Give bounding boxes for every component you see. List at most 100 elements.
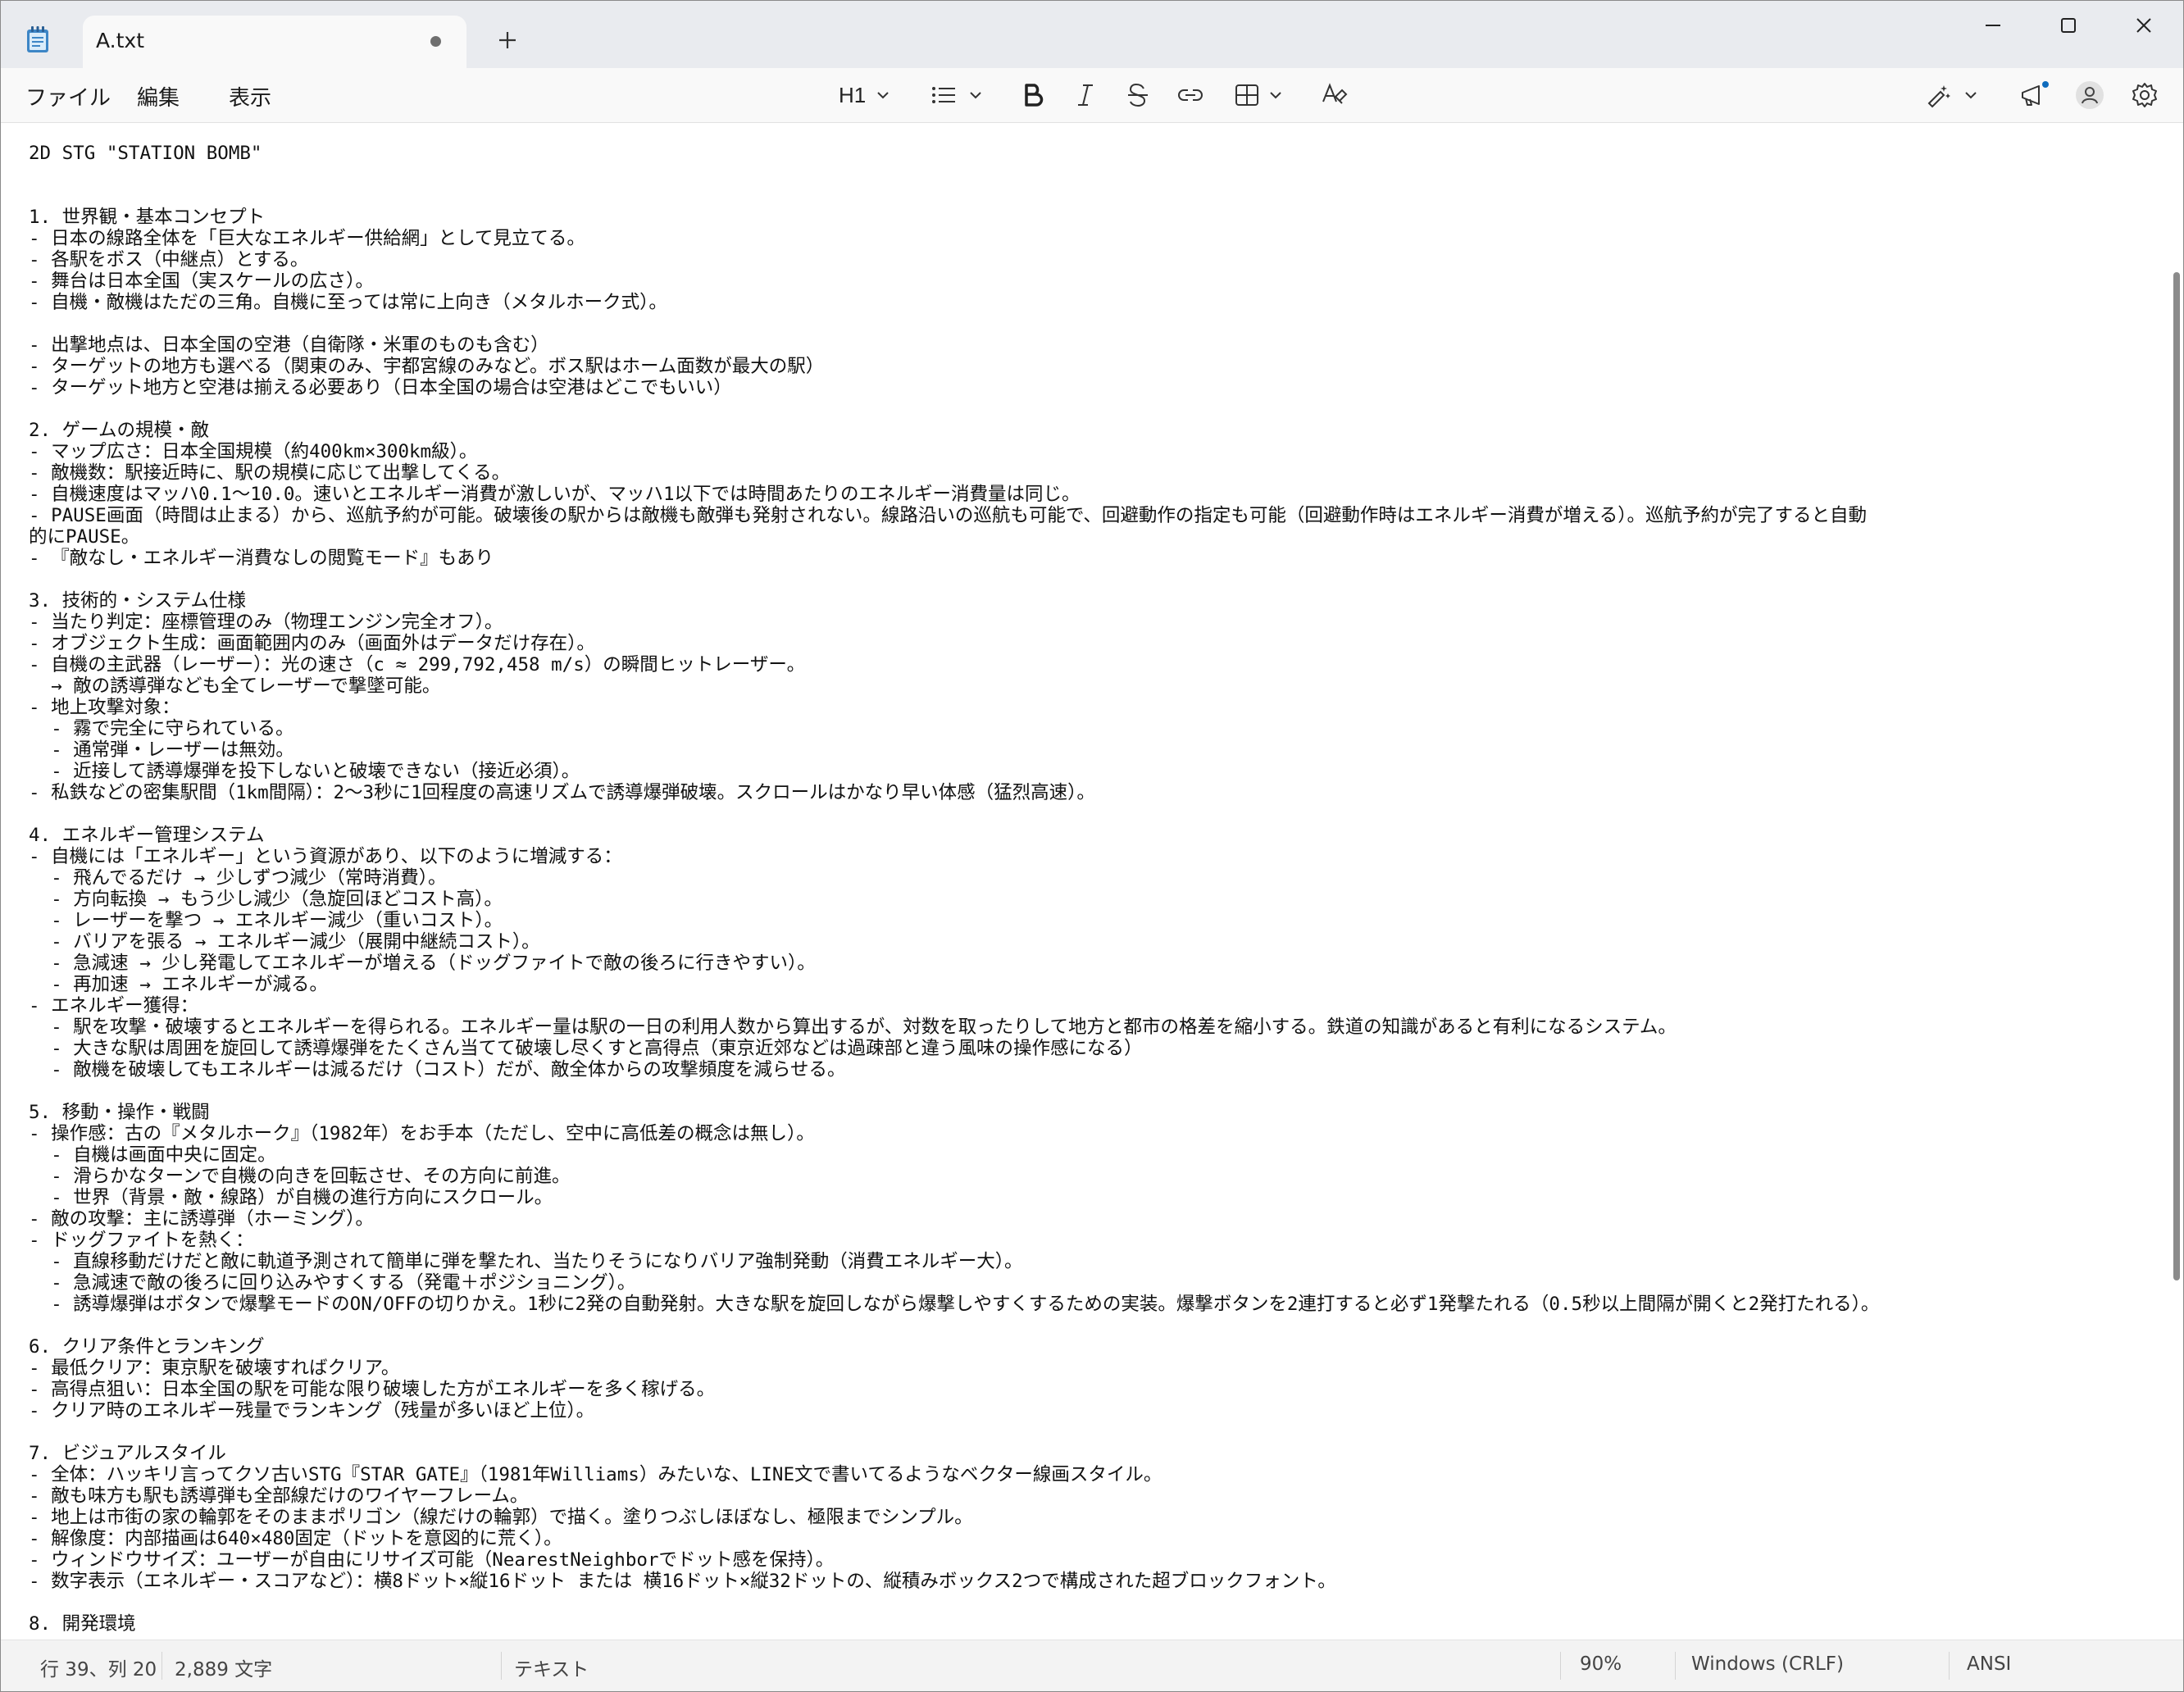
text-line: - 敵の攻撃：主に誘導弾（ホーミング）。 [29, 1208, 374, 1230]
text-line: 4. エネルギー管理システム [29, 825, 265, 846]
text-mode[interactable]: テキスト [514, 1653, 589, 1681]
text-line: → 敵の誘導弾なども全てレーザーで撃墜可能。 [29, 675, 441, 697]
text-line: 1. 世界観・基本コンセプト [29, 207, 266, 228]
text-line: - 駅を攻撃・破壊するとエネルギーを得られる。エネルギー量は駅の一日の利用人数か… [29, 1017, 1677, 1038]
copilot-dropdown[interactable] [1924, 78, 1980, 112]
italic-button[interactable] [1073, 78, 1098, 112]
magic-pen-icon [1927, 85, 1950, 108]
text-line: - 自機には「エネルギー」という資源があり、以下のように増減する： [29, 846, 622, 867]
text-line: 6. クリア条件とランキング [29, 1336, 265, 1358]
bulleted-list-icon [932, 87, 955, 103]
chevron-down-icon [877, 92, 889, 99]
text-line: - 自機の主武器（レーザー）：光の速さ（c ≈ 299,792,458 m/s）… [29, 654, 806, 675]
table-icon [1235, 84, 1258, 106]
text-line: - 敵も味方も駅も誘導弾も全部線だけのワイヤーフレーム。 [29, 1485, 529, 1507]
text-line: - 舞台は日本全国（実スケールの広さ）。 [29, 271, 374, 292]
text-line: - 私鉄などの密集駅間（1km間隔）：2〜3秒に1回程度の高速リズムで誘導爆弾破… [29, 782, 1095, 803]
whats-new-button[interactable] [2019, 78, 2050, 112]
heading-dropdown[interactable]: H1 [839, 78, 892, 112]
text-line: - 地上は市街の家の輪郭をそのままポリゴン（線だけの輪郭）で描く。塗りつぶしほぼ… [29, 1507, 973, 1528]
tab-a-txt[interactable]: A.txt [83, 16, 466, 68]
minimize-icon [1986, 25, 2000, 26]
encoding[interactable]: ANSI [1967, 1653, 2011, 1675]
text-line: - 再加速 → エネルギーが減る。 [29, 974, 328, 995]
text-line: - 大きな駅は周囲を旋回して誘導爆弾をたくさん当てて破壊し尽くすと高得点（東京近… [29, 1038, 1143, 1059]
link-button[interactable] [1176, 78, 1204, 112]
link-icon [1178, 89, 1203, 101]
text-line: - 日本の線路全体を「巨大なエネルギー供給網」として見立てる。 [29, 228, 585, 249]
chevron-down-icon [1270, 92, 1281, 99]
clear-formatting-button[interactable] [1321, 78, 1349, 112]
chevron-down-icon [1965, 92, 1977, 99]
close-button[interactable] [2106, 1, 2182, 50]
text-line: - マップ広さ：日本全国規模（約400km×300km級）。 [29, 441, 478, 462]
cursor-position[interactable]: 行 39、列 20 [40, 1653, 157, 1681]
close-icon [2136, 18, 2151, 33]
line-ending[interactable]: Windows (CRLF) [1691, 1653, 1844, 1675]
status-divider [501, 1652, 502, 1680]
status-divider [1949, 1652, 1950, 1680]
document-text: 2D STG "STATION BOMB" 1. 世界観・基本コンセプト - 日… [29, 143, 1879, 1635]
text-line: - 数字表示（エネルギー・スコアなど）：横8ドット×縦16ドット または 横16… [29, 1571, 1336, 1592]
maximize-icon [2061, 18, 2076, 33]
text-line: 7. ビジュアルスタイル [29, 1443, 226, 1464]
new-tab-plus-icon[interactable] [493, 25, 522, 55]
text-line: - 直線移動だけだと敵に軌道予測されて簡単に弾を撃たれ、当たりそうになりバリア強… [29, 1251, 1023, 1272]
text-line: - ウィンドウサイズ：ユーザーが自由にリサイズ可能（NearestNeighbo… [29, 1549, 835, 1571]
bold-button[interactable] [1021, 78, 1045, 112]
status-divider [1675, 1652, 1676, 1680]
text-line: - エネルギー獲得： [29, 995, 199, 1017]
text-line: - 世界（背景・敵・線路）が自機の進行方向にスクロール。 [29, 1187, 553, 1208]
table-dropdown[interactable] [1234, 78, 1285, 112]
text-line: 3. 技術的・システム仕様 [29, 590, 246, 612]
text-line: - 方向転換 → もう少し減少（急旋回ほどコスト高）。 [29, 889, 503, 910]
maximize-button[interactable] [2031, 1, 2106, 50]
text-line: - 全体：ハッキリ言ってクソ古いSTG『STAR GATE』（1981年Will… [29, 1464, 1163, 1485]
text-line: - 飛んでるだけ → 少しずつ減少（常時消費）。 [29, 867, 447, 889]
status-divider [1560, 1652, 1561, 1680]
character-count: 2,889 文字 [175, 1659, 273, 1681]
notepad-app-icon [27, 26, 48, 52]
status-bar: 行 39、列 20 2,889 文字 テキスト 90% Windows (CRL… [1, 1640, 2183, 1691]
text-line: - ターゲット地方と空港は揃える必要あり（日本全国の場合は空港はどこでもいい） [29, 377, 732, 398]
strikethrough-icon [1128, 83, 1148, 107]
zoom-level[interactable]: 90% [1580, 1653, 1622, 1675]
text-line: - 自機速度はマッハ0.1〜10.0。速いとエネルギー消費が激しいが、マッハ1以… [29, 484, 1081, 505]
vertical-scrollbar[interactable] [2173, 272, 2180, 1280]
settings-button[interactable] [2131, 78, 2159, 112]
strikethrough-button[interactable] [1126, 78, 1150, 112]
text-line: - ターゲットの地方も選べる（関東のみ、宇都宮線のみなど。ボス駅はホーム面数が最… [29, 356, 825, 377]
text-line: - 最低クリア：東京駅を破壊すればクリア。 [29, 1358, 400, 1379]
text-line: - レーザーを撃つ → エネルギー減少（重いコスト）。 [29, 910, 503, 931]
text-line: - オブジェクト生成：画面範囲内のみ（画面外はデータだけ存在）。 [29, 633, 595, 654]
text-line: - 出撃地点は、日本全国の空港（自衛隊・米軍のものも含む） [29, 334, 549, 356]
text-line: - 自機は画面中央に固定。 [29, 1144, 276, 1166]
text-line: - 操作感：古の『メタルホーク』（1982年）をお手本（ただし、空中に高低差の概… [29, 1123, 815, 1144]
notepad-window: A.txt ファイル 編集 表示 H1 2D STG "STATION BOMB… [0, 0, 2184, 1692]
menu-view[interactable]: 表示 [229, 81, 271, 111]
megaphone-icon [2022, 81, 2049, 106]
text-line: - 近接して誘導爆弾を投下しないと破壊できない（接近必須）。 [29, 761, 580, 782]
account-button[interactable] [2075, 78, 2104, 112]
minimize-button[interactable] [1955, 1, 2031, 50]
clear-formatting-icon [1322, 83, 1348, 104]
text-line: - 敵機数：駅接近時に、駅の規模に応じて出撃してくる。 [29, 462, 511, 484]
chevron-down-icon [970, 92, 981, 99]
italic-icon [1078, 84, 1093, 106]
unsaved-dot-icon[interactable] [430, 36, 441, 47]
heading-label: H1 [839, 82, 867, 107]
list-dropdown[interactable] [930, 78, 985, 112]
text-line: - 霧で完全に守られている。 [29, 718, 294, 739]
text-line: - 『敵なし・エネルギー消費なしの閲覧モード』もあり [29, 548, 494, 569]
text-line: - 滑らかなターンで自機の向きを回転させ、その方向に前進。 [29, 1166, 571, 1187]
text-line: - 急減速で敵の後ろに回り込みやすくする（発電＋ポジショニング）。 [29, 1272, 636, 1294]
text-line: - ドッグファイトを熱く： [29, 1230, 254, 1251]
avatar-icon [2076, 81, 2104, 109]
text-line: 5. 移動・操作・戦闘 [29, 1102, 210, 1123]
menu-edit[interactable]: 編集 [137, 81, 180, 111]
text-line: - 通常弾・レーザーは無効。 [29, 739, 294, 761]
text-line: - 各駅をボス（中継点）とする。 [29, 249, 309, 271]
title-bar: A.txt [1, 1, 2183, 68]
text-editor[interactable]: 2D STG "STATION BOMB" 1. 世界観・基本コンセプト - 日… [1, 123, 2183, 1640]
menu-file[interactable]: ファイル [25, 81, 111, 111]
